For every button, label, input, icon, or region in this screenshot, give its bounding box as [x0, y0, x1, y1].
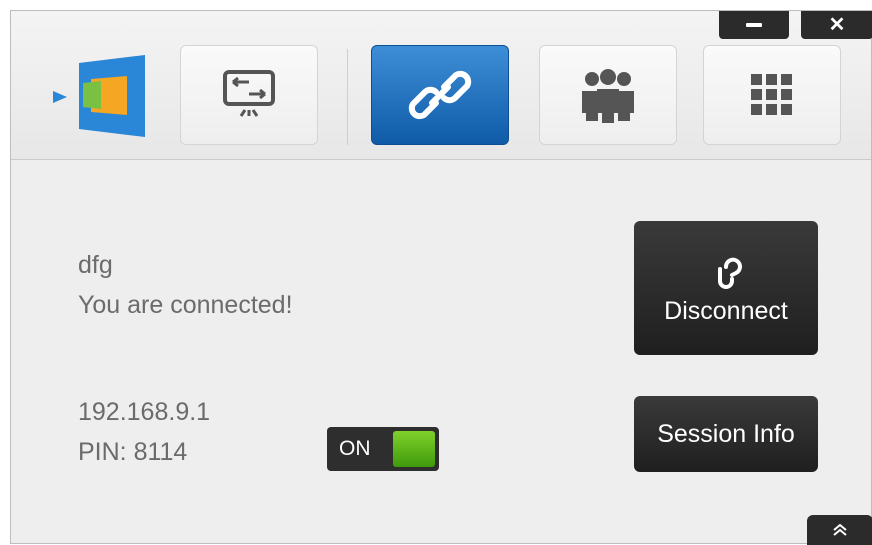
- toggle-label: ON: [339, 437, 371, 460]
- link-icon: [408, 70, 472, 120]
- app-window: ✕ dfg You are connected! 192.168.9.1 PIN…: [10, 10, 872, 545]
- broken-link-icon: [718, 257, 742, 289]
- connection-status: You are connected!: [78, 291, 293, 319]
- close-icon: ✕: [828, 14, 846, 36]
- ip-address: 192.168.9.1: [78, 398, 211, 426]
- connection-name: dfg: [78, 251, 113, 279]
- participants-button[interactable]: [539, 45, 677, 145]
- toggle-knob: [393, 431, 435, 467]
- expand-button[interactable]: [807, 515, 872, 545]
- toolbar-divider: [347, 49, 348, 145]
- disconnect-label: Disconnect: [664, 296, 788, 325]
- close-button[interactable]: ✕: [801, 11, 872, 39]
- apps-button[interactable]: [703, 45, 841, 145]
- toolbar: ✕: [11, 11, 872, 160]
- connect-tab-button[interactable]: [371, 45, 509, 145]
- double-chevron-up-icon: [833, 523, 847, 536]
- grid-icon: [751, 74, 792, 115]
- group-icon: [582, 69, 634, 123]
- app-logo-icon: [53, 55, 145, 137]
- pin-code: PIN: 8114: [78, 438, 188, 466]
- minimize-button[interactable]: [719, 11, 789, 39]
- screen-share-icon: [223, 70, 275, 117]
- session-info-label: Session Info: [657, 419, 795, 448]
- disconnect-button[interactable]: Disconnect: [634, 221, 818, 355]
- screen-share-button[interactable]: [180, 45, 318, 145]
- minimize-icon: [746, 23, 762, 27]
- broadcast-toggle[interactable]: ON: [327, 427, 439, 471]
- session-info-button[interactable]: Session Info: [634, 396, 818, 472]
